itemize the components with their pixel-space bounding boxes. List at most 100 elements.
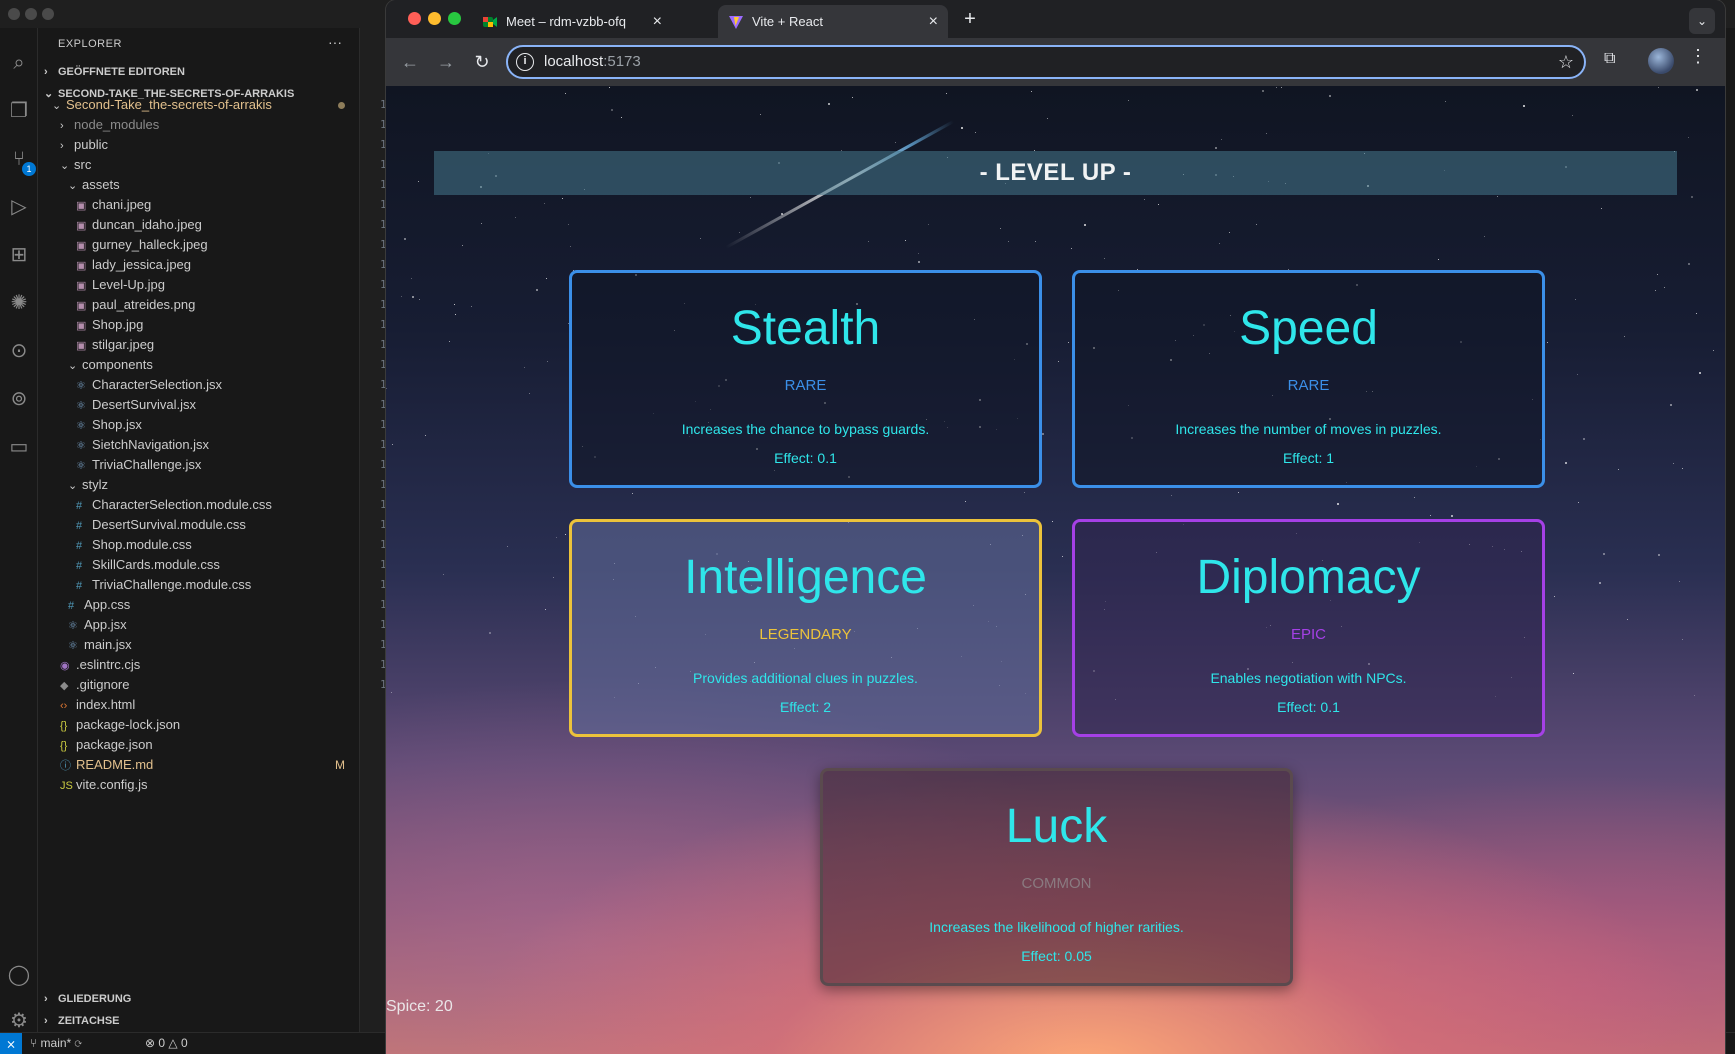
extensions-icon[interactable]: ⊞ bbox=[4, 240, 34, 270]
maximize-window-button[interactable] bbox=[448, 12, 461, 25]
tree-file[interactable]: # SkillCards.module.css bbox=[76, 554, 359, 576]
tree-item-label: components bbox=[82, 357, 153, 372]
tab-vite-react[interactable]: Vite + React × bbox=[718, 5, 948, 38]
outline-section[interactable]: › GLIEDERUNG bbox=[44, 988, 131, 1010]
skill-name: Speed bbox=[1239, 302, 1378, 355]
skill-card-stealth[interactable]: Stealth RARE Increases the chance to byp… bbox=[569, 270, 1042, 488]
skill-card-diplomacy[interactable]: Diplomacy EPIC Enables negotiation with … bbox=[1072, 519, 1545, 737]
account-icon[interactable]: ◯ bbox=[4, 960, 34, 990]
skill-card-speed[interactable]: Speed RARE Increases the number of moves… bbox=[1072, 270, 1545, 488]
tree-folder[interactable]: ⌄ assets bbox=[68, 174, 359, 196]
star bbox=[418, 181, 419, 182]
profile-avatar[interactable] bbox=[1648, 48, 1674, 74]
window-zoom-dot[interactable] bbox=[42, 8, 54, 20]
branch-indicator[interactable]: ⑂ main* ⟳ bbox=[30, 1036, 82, 1050]
chatgpt-icon[interactable]: ✺ bbox=[4, 288, 34, 318]
star bbox=[1047, 118, 1048, 119]
tree-folder[interactable]: ⌄ Second-Take_the-secrets-of-arrakis bbox=[52, 94, 359, 116]
window-minimize-dot[interactable] bbox=[25, 8, 37, 20]
tree-file[interactable]: JS vite.config.js bbox=[60, 774, 359, 796]
close-window-button[interactable] bbox=[408, 12, 421, 25]
star bbox=[946, 93, 947, 94]
tree-file[interactable]: # TriviaChallenge.module.css bbox=[76, 574, 359, 596]
tree-file[interactable]: ▣ duncan_idaho.jpeg bbox=[76, 214, 359, 236]
tree-file[interactable]: ‹› index.html bbox=[60, 694, 359, 716]
open-editors-section[interactable]: › GEÖFFNETE EDITOREN bbox=[44, 61, 185, 83]
tree-file[interactable]: ⓘ README.md M bbox=[60, 754, 359, 776]
star bbox=[1219, 243, 1220, 244]
tree-file[interactable]: ▣ chani.jpeg bbox=[76, 194, 359, 216]
remote-explorer-icon[interactable]: ⊚ bbox=[4, 384, 34, 414]
run-debug-icon[interactable]: ▷ bbox=[4, 192, 34, 222]
minimize-window-button[interactable] bbox=[428, 12, 441, 25]
tab-meet[interactable]: Meet – rdm-vzbb-ofq × bbox=[472, 5, 672, 38]
new-tab-button[interactable]: + bbox=[956, 5, 984, 33]
tree-file[interactable]: ▣ Level-Up.jpg bbox=[76, 274, 359, 296]
tree-file[interactable]: ◉ .eslintrc.cjs bbox=[60, 654, 359, 676]
modified-dot-icon bbox=[338, 102, 345, 109]
tree-file[interactable]: ▣ gurney_halleck.jpeg bbox=[76, 234, 359, 256]
tree-folder[interactable]: › node_modules bbox=[60, 114, 359, 136]
site-info-icon[interactable]: i bbox=[516, 53, 534, 71]
tree-file[interactable]: ⚛ App.jsx bbox=[68, 614, 359, 636]
more-actions-icon[interactable]: ··· bbox=[328, 34, 342, 50]
forward-button[interactable]: → bbox=[432, 48, 460, 76]
tree-file[interactable]: # App.css bbox=[68, 594, 359, 616]
timeline-section[interactable]: › ZEITACHSE bbox=[44, 1010, 120, 1032]
reload-button[interactable]: ↻ bbox=[468, 48, 496, 76]
star bbox=[1599, 582, 1601, 584]
tree-file[interactable]: # Shop.module.css bbox=[76, 534, 359, 556]
star bbox=[739, 232, 740, 233]
tree-folder[interactable]: ⌄ components bbox=[68, 354, 359, 376]
skill-effect: Effect: 2 bbox=[779, 699, 832, 715]
tree-file[interactable]: ▣ Shop.jpg bbox=[76, 314, 359, 336]
tree-file[interactable]: ⚛ Shop.jsx bbox=[76, 414, 359, 436]
star bbox=[1329, 95, 1331, 97]
skill-card-intelligence[interactable]: Intelligence LEGENDARY Provides addition… bbox=[569, 519, 1042, 737]
url-text[interactable]: localhost:5173 bbox=[544, 47, 641, 77]
close-tab-icon[interactable]: × bbox=[929, 5, 938, 38]
bookmark-star-icon[interactable]: ☆ bbox=[1558, 47, 1574, 77]
address-bar[interactable]: i localhost:5173 ☆ bbox=[506, 45, 1586, 79]
tree-file[interactable]: ▣ paul_atreides.png bbox=[76, 294, 359, 316]
tree-file[interactable]: ⚛ CharacterSelection.jsx bbox=[76, 374, 359, 396]
explorer-icon[interactable]: ❐ bbox=[4, 96, 34, 126]
tree-file[interactable]: ▣ stilgar.jpeg bbox=[76, 334, 359, 356]
tree-folder[interactable]: ⌄ src bbox=[60, 154, 359, 176]
star bbox=[392, 444, 393, 445]
tree-file[interactable]: ▣ lady_jessica.jpeg bbox=[76, 254, 359, 276]
tree-item-label: SietchNavigation.jsx bbox=[92, 437, 210, 452]
browser-menu-icon[interactable]: ⋮ bbox=[1689, 46, 1707, 67]
tree-file[interactable]: ⚛ SietchNavigation.jsx bbox=[76, 434, 359, 456]
tree-file[interactable]: ⚛ TriviaChallenge.jsx bbox=[76, 454, 359, 476]
tree-file[interactable]: ⚛ DesertSurvival.jsx bbox=[76, 394, 359, 416]
tree-file[interactable]: {} package.json bbox=[60, 734, 359, 756]
tree-file[interactable]: # DesertSurvival.module.css bbox=[76, 514, 359, 536]
branch-name: main* bbox=[40, 1036, 72, 1050]
star bbox=[449, 341, 450, 342]
tree-folder[interactable]: ⌄ stylz bbox=[68, 474, 359, 496]
tree-file[interactable]: # CharacterSelection.module.css bbox=[76, 494, 359, 516]
star bbox=[1451, 515, 1453, 517]
skill-card-luck[interactable]: Luck COMMON Increases the likelihood of … bbox=[820, 768, 1293, 986]
problems-indicator[interactable]: ⊗ 0 △ 0 bbox=[145, 1036, 188, 1050]
tree-folder[interactable]: › public bbox=[60, 134, 359, 156]
window-close-dot[interactable] bbox=[8, 8, 20, 20]
source-control-icon[interactable]: ⑂ 1 bbox=[4, 144, 36, 176]
search-icon[interactable]: ⌕ bbox=[4, 48, 34, 78]
back-button[interactable]: ← bbox=[396, 48, 424, 76]
star bbox=[524, 367, 525, 368]
remote-indicator-icon[interactable]: ⨯ bbox=[0, 1033, 22, 1054]
star bbox=[1484, 236, 1485, 237]
star bbox=[1238, 492, 1239, 493]
chat-icon[interactable]: ▭ bbox=[4, 432, 34, 462]
tab-search-button[interactable]: ⌄ bbox=[1689, 8, 1715, 34]
skill-effect: Effect: 0.05 bbox=[1021, 948, 1092, 964]
extensions-puzzle-icon[interactable]: ⧉ bbox=[1604, 50, 1615, 68]
close-tab-icon[interactable]: × bbox=[653, 5, 662, 38]
tree-file[interactable]: {} package-lock.json bbox=[60, 714, 359, 736]
git-graph-icon[interactable]: ⊙ bbox=[4, 336, 34, 366]
tree-file[interactable]: ◆ .gitignore bbox=[60, 674, 359, 696]
tree-file[interactable]: ⚛ main.jsx bbox=[68, 634, 359, 656]
star bbox=[1337, 503, 1339, 505]
